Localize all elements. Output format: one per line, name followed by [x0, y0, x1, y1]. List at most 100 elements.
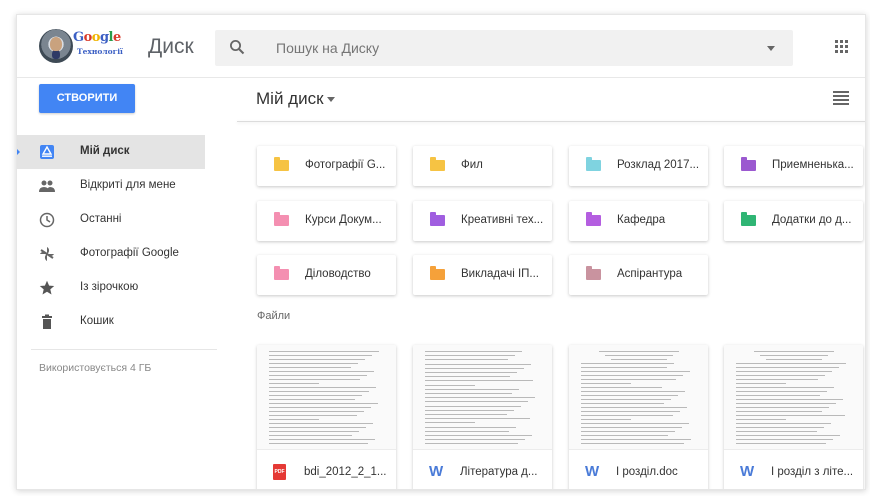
text-line: [581, 363, 674, 364]
sidebar-divider: [31, 349, 217, 350]
pdf-icon: PDF: [273, 464, 286, 480]
folder-item[interactable]: Розклад 2017...: [569, 146, 708, 186]
storage-usage[interactable]: Використовується 4 ГБ: [39, 362, 151, 374]
text-line: [269, 443, 368, 444]
file-name: І розділ.doc: [616, 466, 678, 478]
text-line: [604, 355, 673, 356]
search-options-chevron-down-icon[interactable]: [767, 46, 775, 51]
sidebar-item-my-drive[interactable]: Мій диск: [17, 135, 205, 169]
location-title[interactable]: Мій диск: [256, 89, 324, 109]
sidebar-item-starred[interactable]: Із зірочкою: [17, 271, 205, 305]
text-line: [425, 435, 532, 436]
sidebar-item-label: Відкриті для мене: [80, 179, 176, 191]
sidebar-item-trash[interactable]: Кошик: [17, 305, 205, 339]
list-view-icon[interactable]: [833, 91, 849, 105]
text-line: [425, 397, 535, 398]
folder-item[interactable]: Додатки до д...: [724, 201, 863, 241]
text-line: [425, 401, 528, 402]
text-line: [736, 435, 840, 436]
sidebar-item-recent[interactable]: Останні: [17, 203, 205, 237]
folder-icon: [430, 266, 445, 280]
folder-item[interactable]: Викладачі ІП...: [413, 255, 552, 295]
text-line: [581, 427, 682, 428]
search-icon[interactable]: [229, 39, 245, 55]
text-line: [581, 403, 664, 404]
folder-item[interactable]: Курси Докум...: [257, 201, 396, 241]
text-line: [736, 387, 834, 388]
text-line: [269, 411, 364, 412]
document-thumbnail: [257, 345, 396, 450]
folder-item[interactable]: Фил: [413, 146, 552, 186]
text-line: [736, 427, 824, 428]
text-line: [736, 379, 818, 380]
text-line: [581, 387, 662, 388]
text-line: [425, 376, 510, 377]
text-line: [736, 415, 845, 416]
create-button[interactable]: СТВОРИТИ: [39, 84, 135, 113]
text-line: [425, 422, 475, 423]
logo[interactable]: Google Технології: [39, 27, 149, 65]
file-card[interactable]: W Література д...: [413, 345, 552, 489]
text-line: [425, 372, 517, 373]
text-line: [269, 375, 367, 376]
text-line: [425, 393, 512, 394]
sidebar-item-label: Кошик: [80, 315, 114, 327]
sidebar-item-google-photos[interactable]: Фотографії Google: [17, 237, 205, 271]
folder-item[interactable]: Фотографії G...: [257, 146, 396, 186]
text-line: [269, 359, 365, 360]
file-name: Література д...: [460, 466, 538, 478]
drive-icon: [40, 145, 54, 159]
file-card[interactable]: PDF bdi_2012_2_1...: [257, 345, 396, 489]
text-line: [425, 410, 514, 411]
text-line: [425, 368, 524, 369]
folder-item[interactable]: Креативні тех...: [413, 201, 552, 241]
sidebar-item-shared[interactable]: Відкриті для мене: [17, 169, 205, 203]
text-line: [425, 355, 515, 356]
file-card[interactable]: W І розділ.doc: [569, 345, 708, 489]
text-line: [736, 367, 839, 368]
document-thumbnail: [569, 345, 708, 450]
folder-item[interactable]: Діловодство: [257, 255, 396, 295]
folder-icon: [274, 212, 289, 226]
text-line: [425, 380, 533, 381]
search-input[interactable]: Пошук на Диску: [276, 40, 379, 56]
file-info: PDF bdi_2012_2_1...: [257, 451, 396, 489]
file-info: W І розділ.doc: [569, 451, 708, 489]
text-line: [425, 414, 507, 415]
text-line: [425, 351, 522, 352]
apps-grid-icon[interactable]: [835, 40, 849, 54]
text-line: [269, 435, 352, 436]
search-bar[interactable]: Пошук на Диску: [215, 30, 793, 66]
text-line: [753, 351, 834, 352]
drive-window: Google Технології Диск Пошук на Диску СТ…: [16, 14, 866, 490]
text-line: [581, 391, 685, 392]
location-chevron-down-icon[interactable]: [327, 97, 335, 102]
word-icon: W: [740, 463, 755, 480]
text-line: [425, 359, 508, 360]
text-line: [581, 399, 671, 400]
text-line: [425, 406, 521, 407]
folder-item[interactable]: Кафедра: [569, 201, 708, 241]
file-info: W І розділ з літе...: [724, 451, 863, 489]
text-line: [581, 371, 690, 372]
sidebar-item-label: Із зірочкою: [80, 281, 139, 293]
folder-item[interactable]: Аспірантура: [569, 255, 708, 295]
text-line: [736, 407, 829, 408]
files-section-label: Файли: [257, 310, 291, 322]
text-line: [269, 403, 378, 404]
text-line: [736, 443, 826, 444]
sidebar-item-label: Останні: [80, 213, 122, 225]
folder-item[interactable]: Приемненька...: [724, 146, 863, 186]
text-line: [269, 383, 319, 384]
logo-subtitle: Технології: [77, 47, 123, 56]
file-name: bdi_2012_2_1...: [304, 466, 387, 478]
text-line: [425, 364, 531, 365]
text-line: [736, 375, 825, 376]
text-line: [581, 407, 687, 408]
app-name: Диск: [148, 35, 194, 58]
folder-icon: [586, 266, 601, 280]
header: Google Технології Диск Пошук на Диску: [17, 15, 865, 77]
file-card[interactable]: W І розділ з літе...: [724, 345, 863, 489]
logo-emblem-icon: [39, 29, 73, 63]
text-line: [581, 367, 667, 368]
